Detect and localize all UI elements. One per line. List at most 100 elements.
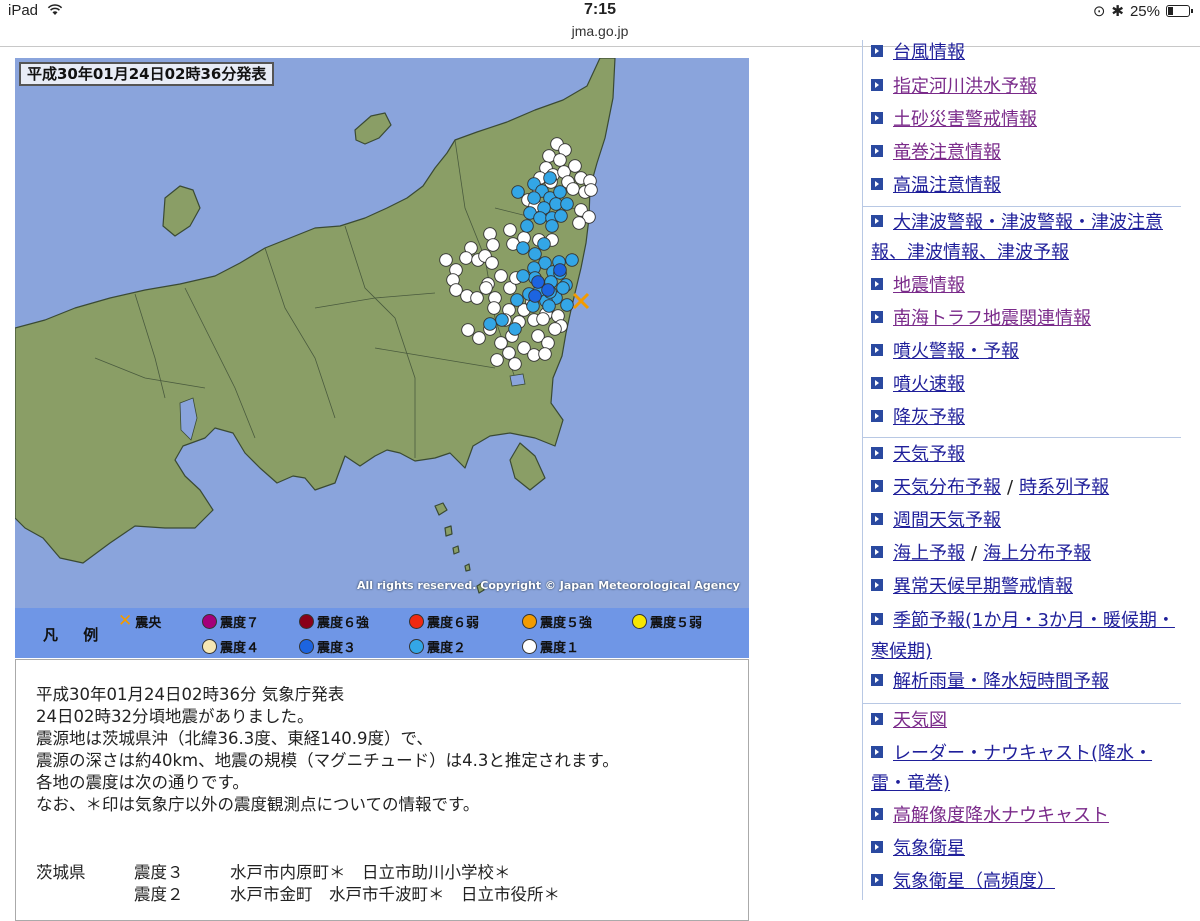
- boso-peninsula: [509, 442, 546, 491]
- intensity-2-marker: [510, 293, 524, 307]
- nav-item-earthquake[interactable]: 地震情報: [871, 269, 1181, 302]
- intensity-2-marker: [554, 209, 568, 223]
- info-line: 24日02時32分頃地震がありました。: [36, 707, 314, 726]
- earthquake-map: 平成30年01月24日02時36分発表 All rights reserved.…: [15, 58, 749, 658]
- arrow-bullet-icon: [871, 410, 883, 422]
- intensity-1-marker: [502, 346, 516, 360]
- nav-item-tsunami[interactable]: 大津波警報・津波警報・津波注意報、津波情報、津波予報: [871, 208, 1181, 268]
- nav-item-weekly[interactable]: 週間天気予報: [871, 504, 1181, 537]
- intensity-1-marker: [503, 223, 517, 237]
- nav-item-tornado[interactable]: 竜巻注意情報: [871, 136, 1181, 169]
- intensity-2-marker: [565, 253, 579, 267]
- nav-item-weather-map[interactable]: 天気図: [871, 704, 1181, 737]
- intensity-2-marker: [533, 211, 547, 225]
- nav-item-high-res-nowcast[interactable]: 高解像度降水ナウキャスト: [871, 799, 1181, 832]
- nav-item-satellite[interactable]: 気象衛星: [871, 832, 1181, 865]
- island-2: [452, 545, 460, 555]
- intensity-2-marker: [560, 298, 574, 312]
- right-nav: 台風情報 指定河川洪水予報 土砂災害警戒情報 竜巻注意情報 高温注意情報 大津波…: [862, 40, 1188, 900]
- nav-item-marine[interactable]: 海上予報 / 海上分布予報: [871, 537, 1181, 570]
- nav-item-forecast[interactable]: 天気予報: [871, 438, 1181, 471]
- nav-item-anomaly[interactable]: 異常天候早期警戒情報: [871, 570, 1181, 603]
- intensity-1-marker: [572, 216, 586, 230]
- epicenter-x-icon: ✕: [118, 611, 133, 631]
- info-line: 震源地は茨城県沖（北緯36.3度、東経140.9度）で、: [36, 729, 433, 748]
- nav-item-heat[interactable]: 高温注意情報: [871, 169, 1181, 202]
- intensity-2-marker: [520, 219, 534, 233]
- status-right: ⊙ ✱ 25%: [1092, 2, 1193, 20]
- intensity-2-marker: [511, 185, 525, 199]
- map-canvas: [15, 58, 616, 594]
- intensity-2-marker: [545, 219, 559, 233]
- sado-island: [354, 112, 392, 145]
- info-line: なお、＊印は気象庁以外の震度観測点についての情報です。: [36, 795, 480, 814]
- nav-item-river-flood[interactable]: 指定河川洪水予報: [871, 70, 1181, 103]
- intensity-row: 茨城県 震度３ 水戸市内原町＊ 日立市助川小学校＊: [36, 862, 560, 884]
- battery-icon: [1166, 5, 1193, 17]
- intensity-2-marker: [483, 317, 497, 331]
- arrow-bullet-icon: [871, 613, 883, 625]
- intensity-2-marker: [537, 237, 551, 251]
- info-text: 平成30年01月24日02時36分 気象庁発表 24日02時32分頃地震がありま…: [36, 684, 619, 816]
- intensity-1-marker: [538, 347, 552, 361]
- legend-intensity-3: 震度３: [299, 637, 356, 656]
- arrow-bullet-icon: [871, 480, 883, 492]
- intensity-3-marker: [553, 263, 567, 277]
- intensity-2-marker: [495, 313, 509, 327]
- prefecture: [36, 884, 134, 906]
- nav-link-time-series[interactable]: 時系列予報: [1019, 477, 1109, 498]
- intensity-1-marker: [485, 256, 499, 270]
- izu-oshima: [434, 502, 448, 516]
- intensity-2-marker: [553, 185, 567, 199]
- intensity-row: 震度２ 水戸市金町 水戸市千波町＊ 日立市役所＊: [36, 884, 560, 906]
- nav-group-observation: 天気図 レーダー・ナウキャスト(降水・雷・竜巻) 高解像度降水ナウキャスト 気象…: [862, 703, 1181, 900]
- intensity-1-marker: [490, 353, 504, 367]
- intensity-level: 震度３: [134, 863, 184, 882]
- map-copyright: All rights reserved. Copyright © Japan M…: [357, 579, 740, 592]
- intensity-1-marker: [449, 283, 463, 297]
- arrow-bullet-icon: [871, 713, 883, 725]
- nav-item-radar[interactable]: レーダー・ナウキャスト(降水・雷・竜巻): [871, 739, 1181, 799]
- intensity-2-marker: [528, 247, 542, 261]
- legend-intensity-2: 震度２: [409, 637, 466, 656]
- nav-item-landslide[interactable]: 土砂災害警戒情報: [871, 103, 1181, 136]
- nav-item-ashfall[interactable]: 降灰予報: [871, 401, 1181, 434]
- arrow-bullet-icon: [871, 447, 883, 459]
- intensity-1-marker: [461, 323, 475, 337]
- noto-peninsula: [162, 185, 201, 237]
- arrow-bullet-icon: [871, 79, 883, 91]
- prefecture: 茨城県: [36, 863, 86, 882]
- intensity-2-marker: [527, 191, 541, 205]
- legend-label: 凡 例: [43, 626, 109, 644]
- nav-item-typhoon[interactable]: 台風情報: [871, 40, 1181, 69]
- nav-item-volcano-warning[interactable]: 噴火警報・予報: [871, 335, 1181, 368]
- legend-intensity-6-strong: 震度６強: [299, 612, 369, 631]
- nav-item-eruption-flash[interactable]: 噴火速報: [871, 368, 1181, 401]
- nav-item-satellite-rapid[interactable]: 気象衛星（高頻度）: [871, 865, 1181, 898]
- arrow-bullet-icon: [871, 112, 883, 124]
- earthquake-info: 平成30年01月24日02時36分 気象庁発表 24日02時32分頃地震がありま…: [15, 659, 749, 921]
- rotation-lock-icon: ⊙: [1092, 3, 1106, 20]
- legend-intensity-6-weak: 震度６弱: [409, 612, 479, 631]
- intensity-1-marker: [479, 281, 493, 295]
- status-time: 7:15: [583, 1, 617, 18]
- legend: 凡 例 ✕ 震央 震度７ 震度６強 震度６弱 震度５強 震度５弱 震度４ 震度３ …: [15, 608, 749, 658]
- nav-item-seasonal[interactable]: 季節予報(1か月・3か月・暖候期・寒候期): [871, 605, 1181, 667]
- arrow-bullet-icon: [871, 579, 883, 591]
- nav-item-nankai[interactable]: 南海トラフ地震関連情報: [871, 302, 1181, 335]
- nav-item-rainfall[interactable]: 解析雨量・降水短時間予報: [871, 665, 1181, 698]
- legend-epicenter: ✕ 震央: [118, 611, 162, 632]
- intensity-3-marker: [528, 289, 542, 303]
- intensity-1-marker: [553, 153, 567, 167]
- nav-item-distribution-forecast[interactable]: 天気分布予報 / 時系列予報: [871, 471, 1181, 504]
- intensity-2-marker: [543, 171, 557, 185]
- url-bar[interactable]: jma.go.jp: [0, 23, 1200, 39]
- arrow-bullet-icon: [871, 178, 883, 190]
- arrow-bullet-icon: [871, 808, 883, 820]
- intensity-2-marker: [516, 269, 530, 283]
- arrow-bullet-icon: [871, 674, 883, 686]
- intensity-1-marker: [470, 291, 484, 305]
- nav-link-marine-distribution[interactable]: 海上分布予報: [983, 543, 1091, 564]
- intensity-1-marker: [568, 159, 582, 173]
- intensity-2-marker: [516, 241, 530, 255]
